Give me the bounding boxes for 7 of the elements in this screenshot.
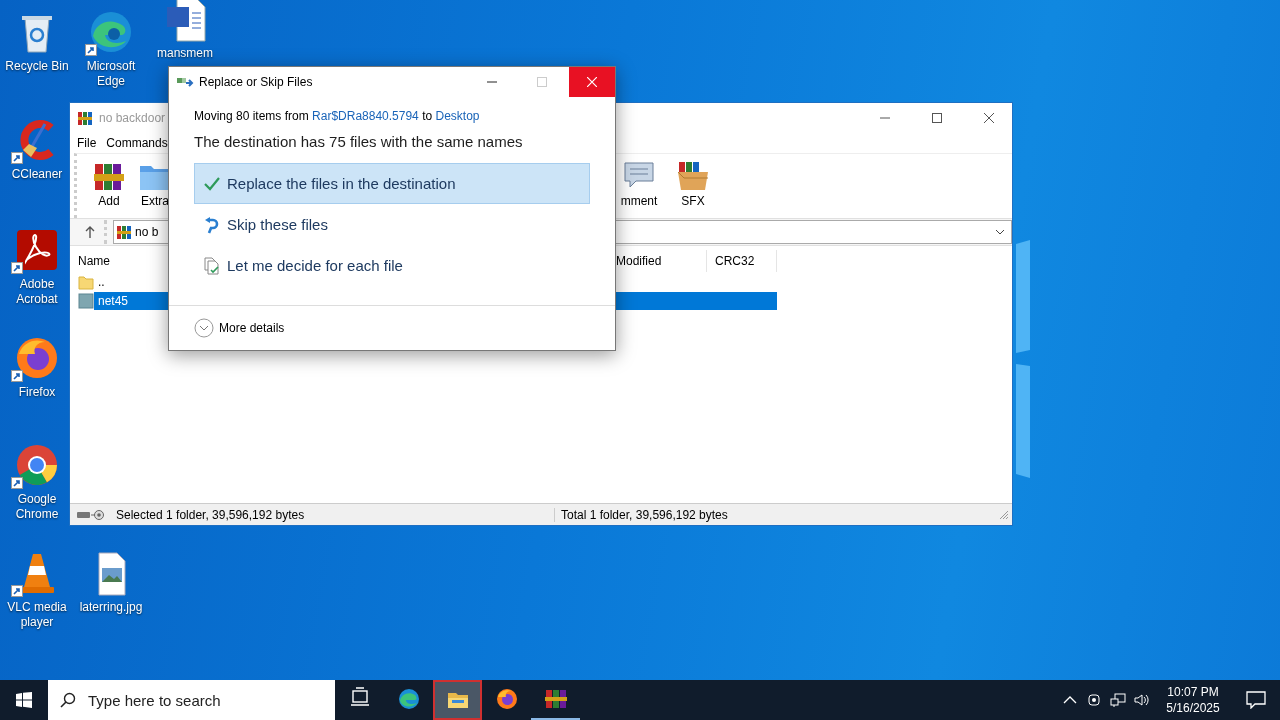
dialog-heading: The destination has 75 files with the same names bbox=[194, 133, 524, 150]
dialog-title: Replace or Skip Files bbox=[199, 75, 313, 89]
path-text: no b bbox=[135, 225, 159, 239]
window-title: no backdoor bbox=[99, 111, 166, 125]
status-text: Selected 1 folder, 39,596,192 bytes bbox=[116, 507, 555, 522]
status-text: Total 1 folder, 39,596,192 bytes bbox=[561, 507, 728, 522]
move-info: Moving 80 items from Rar$DRa8840.5794 to Desktop bbox=[194, 108, 481, 124]
